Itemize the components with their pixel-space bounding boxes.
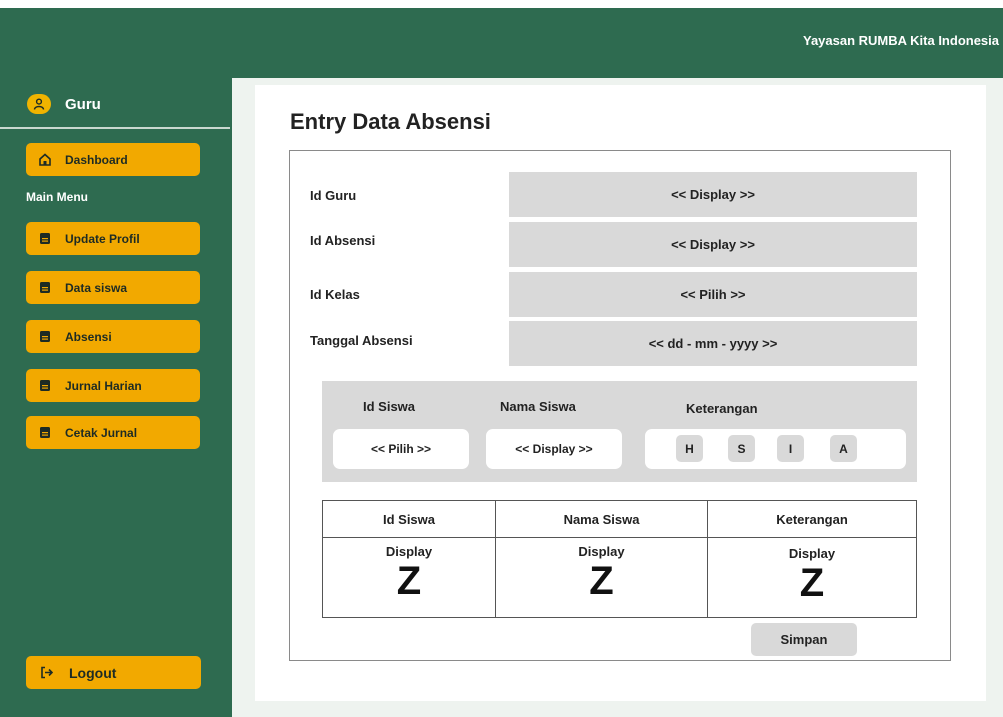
- table-cell: Display Z: [322, 537, 496, 618]
- document-icon: [39, 426, 51, 439]
- entry-header-id-siswa: Id Siswa: [363, 399, 416, 414]
- sidebar-item-label: Cetak Jurnal: [65, 425, 138, 440]
- organization-name: Yayasan RUMBA Kita Indonesia: [802, 33, 999, 48]
- dashboard-button[interactable]: Dashboard: [26, 143, 200, 176]
- main-menu-label: Main Menu: [26, 190, 88, 204]
- nama-siswa-display: << Display >>: [486, 429, 622, 469]
- table-row: Display Z Display Z Display Z: [322, 537, 917, 618]
- keterangan-option-h[interactable]: H: [676, 435, 703, 462]
- sidebar-item-data-siswa[interactable]: Data siswa: [26, 271, 200, 304]
- sidebar-user: Guru: [27, 94, 101, 114]
- table-header-id-siswa: Id Siswa: [322, 500, 496, 538]
- id-kelas-select[interactable]: << Pilih >>: [509, 272, 917, 317]
- logout-label: Logout: [69, 664, 117, 681]
- field-label-id-kelas: Id Kelas: [310, 287, 360, 302]
- id-guru-display: << Display >>: [509, 172, 917, 217]
- id-siswa-select[interactable]: << Pilih >>: [333, 429, 469, 469]
- document-icon: [39, 379, 51, 392]
- sidebar-item-update-profil[interactable]: Update Profil: [26, 222, 200, 255]
- document-icon: [39, 281, 51, 294]
- page-title: Entry Data Absensi: [290, 109, 491, 134]
- sidebar-item-label: Jurnal Harian: [65, 378, 142, 393]
- user-role-label: Guru: [65, 95, 101, 113]
- document-icon: [39, 232, 51, 245]
- cell-display-text: Display: [578, 544, 625, 559]
- home-icon: [39, 153, 51, 166]
- dashboard-label: Dashboard: [65, 152, 128, 167]
- logout-button[interactable]: Logout: [26, 656, 201, 689]
- cell-display-text: Display: [385, 544, 433, 559]
- sidebar-item-absensi[interactable]: Absensi: [26, 320, 200, 353]
- cell-repeat-mark: Z: [589, 559, 614, 603]
- document-icon: [39, 330, 51, 343]
- sidebar-item-cetak-jurnal[interactable]: Cetak Jurnal: [26, 416, 200, 449]
- sidebar-item-label: Absensi: [65, 329, 112, 344]
- id-absensi-display: << Display >>: [509, 222, 917, 267]
- cell-repeat-mark: Z: [799, 561, 825, 605]
- sidebar-item-label: Data siswa: [65, 280, 128, 295]
- field-label-tanggal-absensi: Tanggal Absensi: [310, 333, 413, 348]
- logout-icon: [40, 666, 54, 679]
- table-cell: Display Z: [707, 537, 917, 618]
- cell-repeat-mark: Z: [396, 559, 422, 603]
- cell-display-text: Display: [788, 546, 836, 561]
- table-header-row: Id Siswa Nama Siswa Keterangan: [322, 500, 917, 538]
- sidebar-item-jurnal-harian[interactable]: Jurnal Harian: [26, 369, 200, 402]
- keterangan-option-s[interactable]: S: [728, 435, 755, 462]
- keterangan-option-i[interactable]: I: [777, 435, 804, 462]
- table-header-keterangan: Keterangan: [707, 500, 917, 538]
- table-header-nama-siswa: Nama Siswa: [495, 500, 708, 538]
- entry-header-nama-siswa: Nama Siswa: [500, 399, 576, 414]
- field-label-id-guru: Id Guru: [310, 188, 357, 203]
- sidebar-item-label: Update Profil: [65, 231, 140, 246]
- save-button[interactable]: Simpan: [751, 623, 857, 656]
- absensi-table: Id Siswa Nama Siswa Keterangan Display Z…: [322, 500, 917, 618]
- field-label-id-absensi: Id Absensi: [310, 233, 376, 248]
- sidebar-divider: [0, 127, 230, 129]
- keterangan-option-a[interactable]: A: [830, 435, 857, 462]
- tanggal-absensi-input[interactable]: << dd - mm - yyyy >>: [509, 321, 917, 366]
- table-cell: Display Z: [495, 537, 708, 618]
- user-icon: [27, 94, 51, 114]
- entry-header-keterangan: Keterangan: [686, 401, 758, 416]
